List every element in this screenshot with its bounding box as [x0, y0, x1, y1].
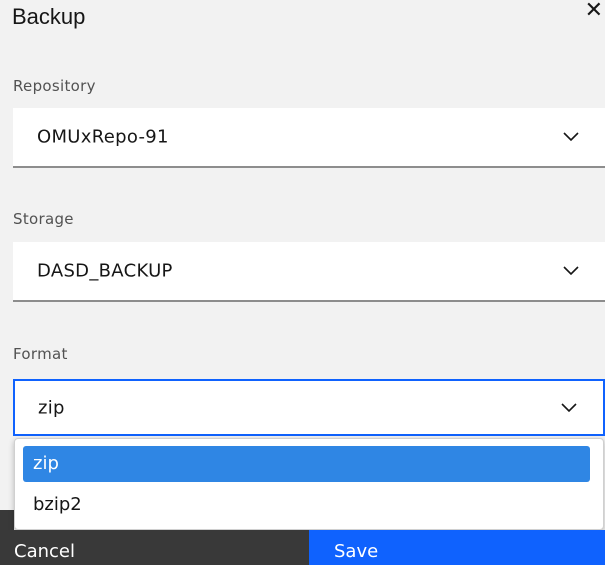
storage-label: Storage [13, 210, 74, 228]
format-option-bzip2[interactable]: bzip2 [23, 487, 590, 523]
save-button[interactable]: Save [309, 530, 605, 565]
format-dropdown-menu: zip bzip2 [14, 438, 604, 530]
storage-value: DASD_BACKUP [37, 260, 173, 282]
cancel-button[interactable]: Cancel [0, 530, 309, 565]
chevron-down-icon [561, 402, 577, 412]
format-value: zip [38, 397, 65, 418]
footer-edge [0, 510, 14, 530]
storage-select[interactable]: DASD_BACKUP [13, 242, 605, 302]
close-icon[interactable]: ✕ [585, 0, 603, 22]
chevron-down-icon [563, 132, 579, 142]
dialog-footer: Cancel Save [0, 530, 605, 565]
chevron-down-icon [563, 266, 579, 276]
repository-select[interactable]: OMUxRepo-91 [13, 108, 605, 168]
format-option-zip[interactable]: zip [23, 446, 590, 482]
repository-value: OMUxRepo-91 [37, 126, 169, 148]
backup-dialog: Backup ✕ Repository OMUxRepo-91 Storage … [0, 0, 605, 565]
format-select[interactable]: zip [13, 379, 605, 436]
repository-label: Repository [13, 77, 96, 95]
dialog-title: Backup [12, 4, 86, 29]
format-label: Format [13, 345, 68, 363]
